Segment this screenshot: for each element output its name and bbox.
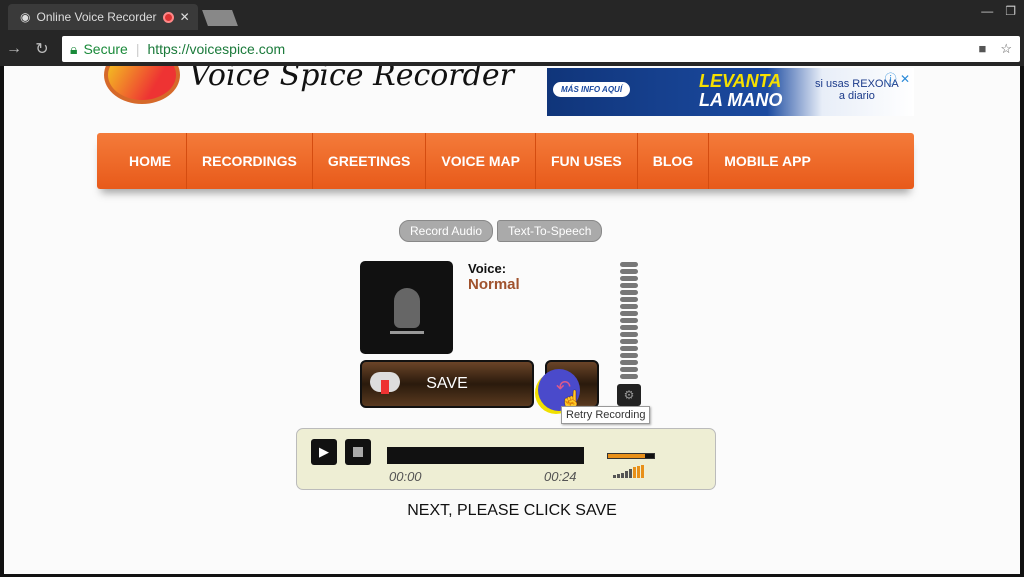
record-audio-tab[interactable]: Record Audio: [399, 220, 494, 242]
volume-slider[interactable]: [607, 453, 655, 459]
restore-icon[interactable]: ❐: [1005, 4, 1016, 18]
browser-tab[interactable]: ◉ Online Voice Recorder ✕: [8, 4, 198, 30]
volume-icon: [613, 465, 644, 478]
secure-label: Secure: [83, 41, 128, 57]
lock-icon: 🔒︎: [70, 40, 78, 57]
voice-value[interactable]: Normal: [468, 276, 520, 293]
url-text: https://voicespice.com: [147, 41, 286, 57]
site-logo[interactable]: [104, 66, 180, 104]
camera-icon[interactable]: ■: [978, 41, 986, 57]
nav-recordings[interactable]: RECORDINGS: [187, 133, 313, 189]
ad-headline-2: LA MANO: [699, 90, 783, 110]
ad-tagline-2: a diario: [838, 90, 875, 102]
forward-icon[interactable]: →: [0, 40, 28, 58]
microphone-icon: [393, 287, 420, 328]
logo-text[interactable]: Voice Spice Recorder: [189, 66, 514, 93]
nav-mobile-app[interactable]: MOBILE APP: [709, 133, 826, 189]
save-label: SAVE: [426, 375, 468, 392]
browser-chrome: ◉ Online Voice Recorder ✕ — ❐ → ↻ 🔒︎ Secu…: [0, 0, 1024, 66]
audio-player: ▶ 00:00 00:24: [296, 428, 716, 490]
text-to-speech-tab[interactable]: Text-To-Speech: [497, 220, 603, 242]
stop-icon: [353, 447, 363, 457]
site-favicon-icon: ◉: [20, 10, 31, 24]
nav-voice-map[interactable]: VOICE MAP: [426, 133, 536, 189]
main-nav: HOME RECORDINGS GREETINGS VOICE MAP FUN …: [97, 133, 914, 189]
bookmark-star-icon[interactable]: ☆: [1000, 41, 1012, 57]
play-button[interactable]: ▶: [311, 439, 337, 465]
volume-fill: [608, 454, 645, 458]
current-time: 00:00: [389, 469, 422, 484]
minimize-icon[interactable]: —: [981, 4, 993, 18]
voice-label: Voice:: [468, 261, 507, 276]
stop-button[interactable]: [345, 439, 371, 465]
tab-title: Online Voice Recorder: [36, 10, 157, 24]
instruction-text: NEXT, PLEASE CLICK SAVE: [407, 502, 617, 519]
play-icon: ▶: [319, 444, 329, 459]
nav-fun-uses[interactable]: FUN USES: [536, 133, 638, 189]
new-tab-button[interactable]: [202, 10, 238, 26]
microphone-button[interactable]: [360, 261, 453, 354]
nav-greetings[interactable]: GREETINGS: [313, 133, 427, 189]
settings-gear-icon[interactable]: ⚙: [617, 384, 641, 406]
input-level-meter: [620, 262, 638, 379]
nav-home[interactable]: HOME: [97, 133, 187, 189]
retry-tooltip: Retry Recording: [561, 406, 651, 424]
cloud-upload-icon: [370, 372, 400, 394]
ad-banner[interactable]: MÁS INFO AQUÍ LEVANTA LA MANO si usas REX…: [547, 68, 914, 116]
page: Voice Spice Recorder MÁS INFO AQUÍ LEVAN…: [4, 66, 1020, 574]
ad-info-button[interactable]: MÁS INFO AQUÍ: [553, 82, 631, 97]
tab-close-icon[interactable]: ✕: [180, 10, 190, 24]
ad-headline-1: LEVANTA: [699, 71, 782, 91]
ad-close-icon[interactable]: ⓘ ✕: [885, 70, 910, 87]
duration: 00:24: [544, 469, 577, 484]
recording-indicator-icon: [162, 11, 174, 23]
progress-track[interactable]: [387, 447, 584, 464]
reload-icon[interactable]: ↻: [28, 39, 56, 59]
address-bar[interactable]: 🔒︎ Secure | https://voicespice.com ■ ☆: [62, 36, 1020, 62]
nav-blog[interactable]: BLOG: [638, 133, 710, 189]
save-button[interactable]: SAVE: [360, 360, 534, 408]
